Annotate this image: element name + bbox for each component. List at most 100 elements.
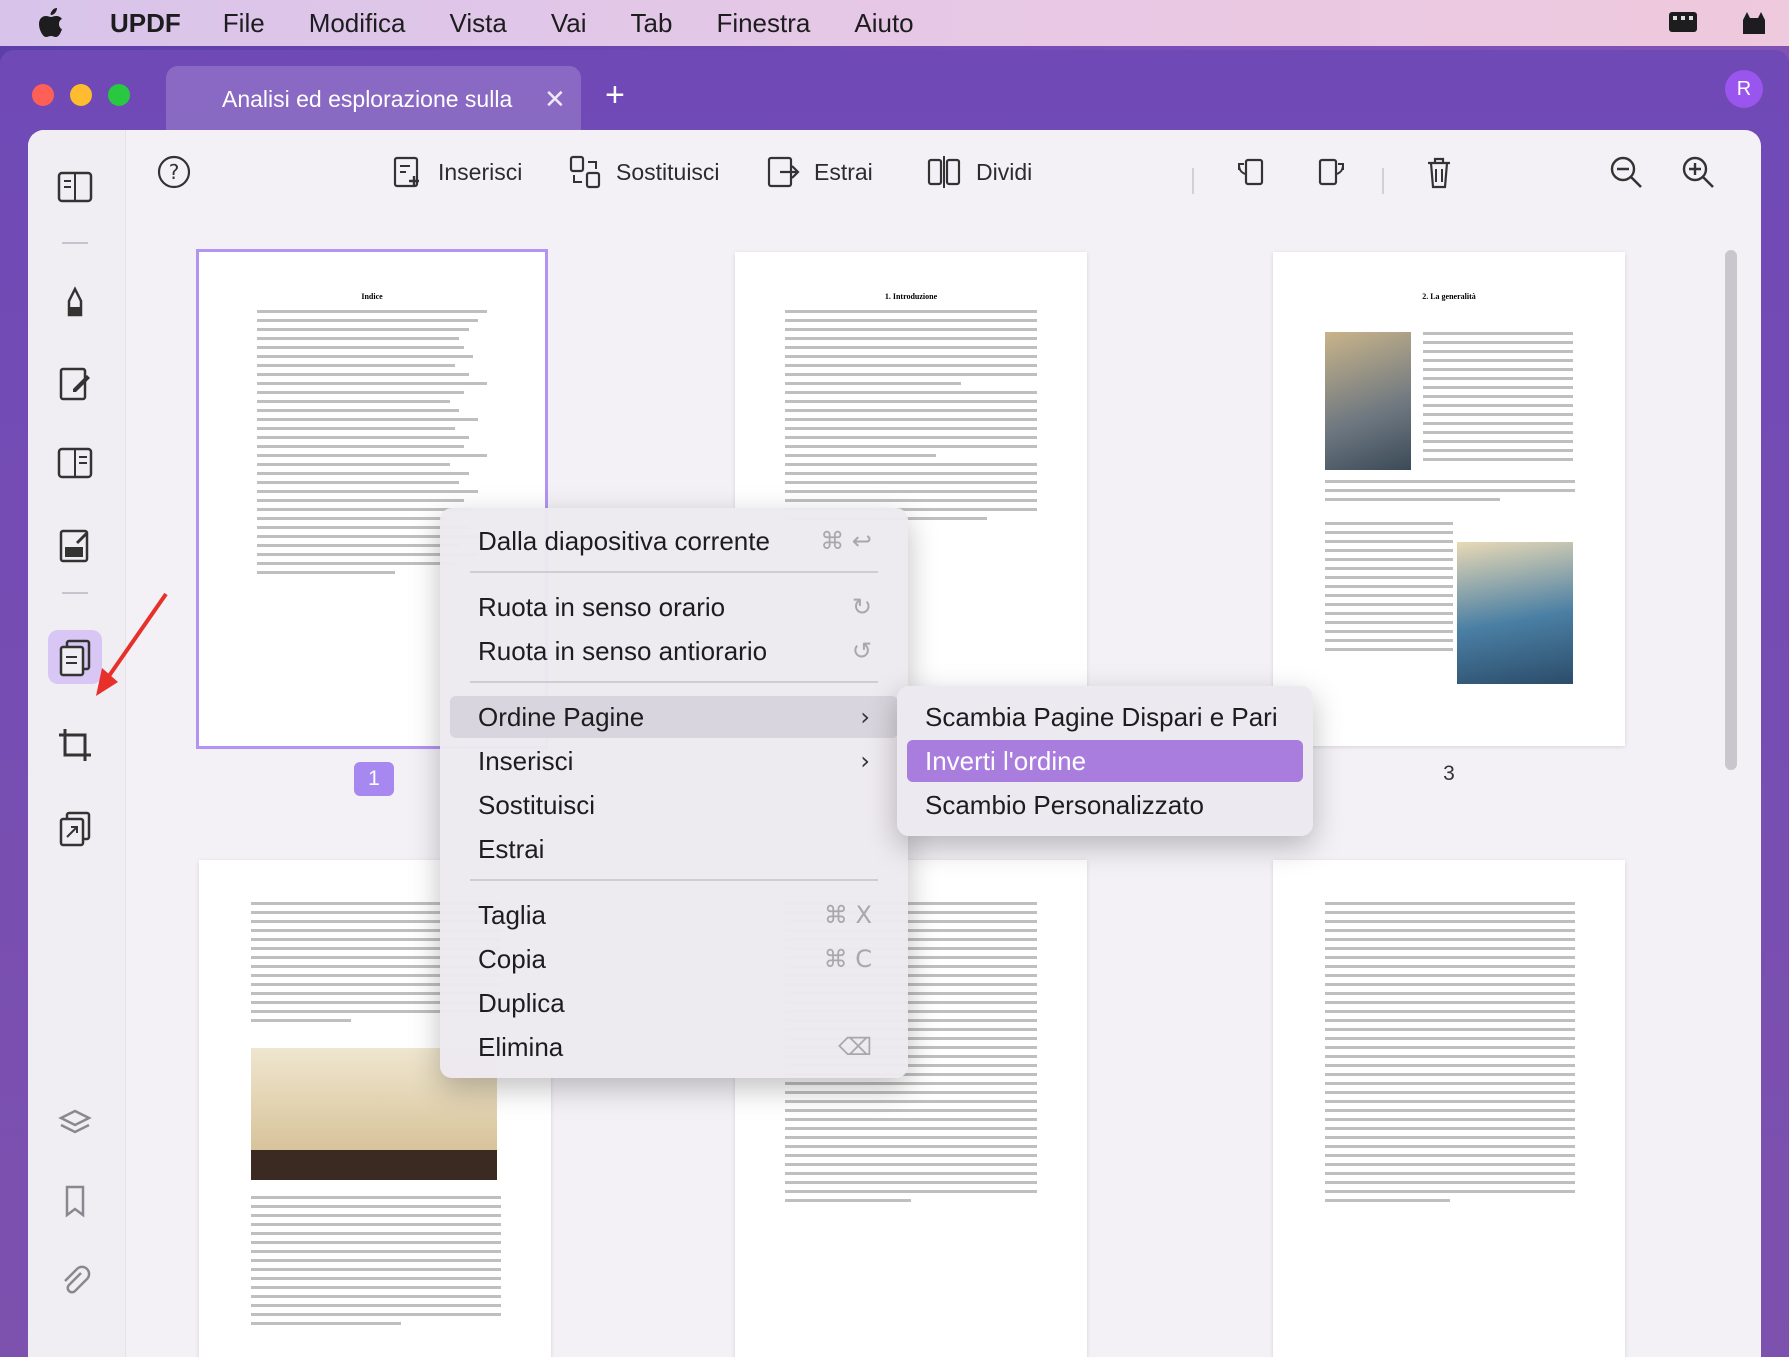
split-button[interactable]: Dividi (926, 154, 1032, 190)
menu-item-cut[interactable]: Taglia ⌘ X (450, 894, 898, 936)
menu-item-label: Duplica (478, 987, 565, 1018)
menu-finestra[interactable]: Finestra (716, 8, 810, 39)
page-text-lines (1423, 332, 1573, 467)
menu-tab[interactable]: Tab (631, 8, 673, 39)
menu-file[interactable]: File (223, 8, 265, 39)
page-text-lines (1325, 522, 1453, 657)
shortcut-hint: ⌘ ↩ (820, 527, 872, 555)
zoom-in-icon[interactable] (1680, 154, 1716, 190)
menu-item-rotate-cw[interactable]: Ruota in senso orario ↻ (450, 586, 898, 628)
submenu-item-label: Scambio Personalizzato (925, 789, 1204, 820)
page-order-submenu: Scambia Pagine Dispari e Pari Inverti l'… (897, 686, 1313, 836)
menu-item-replace[interactable]: Sostituisci (450, 784, 898, 826)
page-text-lines (1325, 902, 1575, 1208)
extract-label: Estrai (814, 158, 873, 185)
reader-icon[interactable] (48, 160, 102, 214)
shortcut-hint: ⌘ C (823, 945, 872, 973)
insert-button[interactable]: Inserisci (392, 154, 522, 190)
rotate-cw-icon[interactable] (1314, 154, 1348, 190)
menu-item-label: Dalla diapositiva corrente (478, 525, 770, 556)
submenu-item-label: Inverti l'ordine (925, 745, 1087, 776)
apple-icon[interactable] (38, 8, 78, 38)
replace-label: Sostituisci (616, 158, 720, 185)
svg-text:?: ? (169, 160, 180, 184)
close-window-button[interactable] (32, 84, 54, 106)
tab-title: Analisi ed esplorazione sulla (222, 85, 513, 112)
replace-page-icon (569, 155, 601, 189)
menu-item-duplicate[interactable]: Duplica (450, 982, 898, 1024)
menu-item-label: Ruota in senso orario (478, 591, 726, 622)
delete-key-icon: ⌫ (838, 1033, 872, 1061)
menu-separator (470, 879, 878, 881)
organize-toolbar: ? Inserisci Sostituisci Estrai Dividi (126, 130, 1761, 220)
document-tab[interactable]: Analisi ed esplorazione sulla ✕ (166, 66, 581, 132)
menu-item-from-current[interactable]: Dalla diapositiva corrente ⌘ ↩ (450, 520, 898, 562)
menu-item-copy[interactable]: Copia ⌘ C (450, 938, 898, 980)
crop-icon[interactable] (48, 718, 102, 772)
menu-vai[interactable]: Vai (551, 8, 587, 39)
page-text-lines (251, 1196, 501, 1331)
submenu-item-reverse-order[interactable]: Inverti l'ordine (907, 740, 1303, 782)
menu-item-page-order[interactable]: Ordine Pagine › (450, 696, 898, 738)
rotate-ccw-icon[interactable] (1234, 154, 1268, 190)
page-thumbnail-3[interactable]: 2. La generalità (1273, 252, 1625, 746)
shortcut-hint: ⌘ X (823, 901, 872, 929)
toolbar-divider (1192, 168, 1194, 194)
cat-icon[interactable] (1739, 6, 1769, 43)
edit-pdf-icon[interactable] (48, 356, 102, 410)
minimize-window-button[interactable] (70, 84, 92, 106)
menu-modifica[interactable]: Modifica (309, 8, 406, 39)
organize-form-icon[interactable] (48, 436, 102, 490)
replace-button[interactable]: Sostituisci (568, 154, 720, 190)
insert-page-icon (393, 156, 419, 188)
page-text-lines (785, 310, 1037, 526)
user-avatar[interactable]: R (1725, 70, 1763, 108)
new-tab-button[interactable]: + (605, 76, 625, 115)
warrior-figure-image (1457, 542, 1573, 684)
sidebar-divider (62, 242, 88, 244)
tab-close-icon[interactable]: ✕ (544, 84, 566, 115)
help-icon[interactable]: ? (156, 154, 192, 190)
page-heading: 2. La generalità (1422, 292, 1476, 301)
split-page-icon (927, 156, 961, 188)
insert-label: Inserisci (438, 158, 523, 185)
menu-aiuto[interactable]: Aiuto (854, 8, 913, 39)
extract-button[interactable]: Estrai (766, 154, 873, 190)
submenu-item-swap-odd-even[interactable]: Scambia Pagine Dispari e Pari (907, 696, 1303, 738)
menu-item-label: Inserisci (478, 745, 574, 776)
page-thumbnail-6[interactable] (1273, 860, 1625, 1357)
opera-figure-image (1325, 332, 1411, 470)
menu-item-label: Elimina (478, 1031, 564, 1062)
delete-page-icon[interactable] (1424, 154, 1454, 190)
comment-highlighter-icon[interactable] (48, 274, 102, 328)
toolbar-divider (1382, 168, 1384, 194)
layers-icon[interactable] (48, 1096, 102, 1150)
chevron-right-icon: › (860, 747, 870, 775)
zoom-out-icon[interactable] (1608, 154, 1644, 190)
menu-item-label: Estrai (478, 833, 545, 864)
image-caption-band (251, 1150, 497, 1180)
menu-vista[interactable]: Vista (450, 8, 507, 39)
rotate-ccw-icon: ↺ (851, 637, 872, 665)
menu-item-delete[interactable]: Elimina ⌫ (450, 1026, 898, 1068)
menu-separator (470, 681, 878, 683)
submenu-item-custom-swap[interactable]: Scambio Personalizzato (907, 784, 1303, 826)
extract-page-icon (767, 156, 800, 188)
convert-ocr-icon[interactable] (48, 802, 102, 856)
menu-item-label: Taglia (478, 899, 546, 930)
page-number-3: 3 (1443, 762, 1455, 785)
attachment-icon[interactable] (48, 1254, 102, 1308)
split-label: Dividi (976, 158, 1033, 185)
sign-fill-icon[interactable] (48, 518, 102, 572)
menu-item-label: Ruota in senso antiorario (478, 635, 768, 666)
menu-item-extract[interactable]: Estrai (450, 828, 898, 870)
app-name-menu[interactable]: UPDF (110, 8, 181, 39)
menu-separator (470, 571, 878, 573)
zoom-window-button[interactable] (108, 84, 130, 106)
store-icon[interactable] (1667, 6, 1699, 43)
menu-item-insert[interactable]: Inserisci › (450, 740, 898, 782)
vertical-scrollbar[interactable] (1725, 250, 1737, 770)
menu-item-rotate-ccw[interactable]: Ruota in senso antiorario ↺ (450, 630, 898, 672)
bookmark-icon[interactable] (48, 1174, 102, 1228)
menu-item-label: Sostituisci (478, 789, 596, 820)
